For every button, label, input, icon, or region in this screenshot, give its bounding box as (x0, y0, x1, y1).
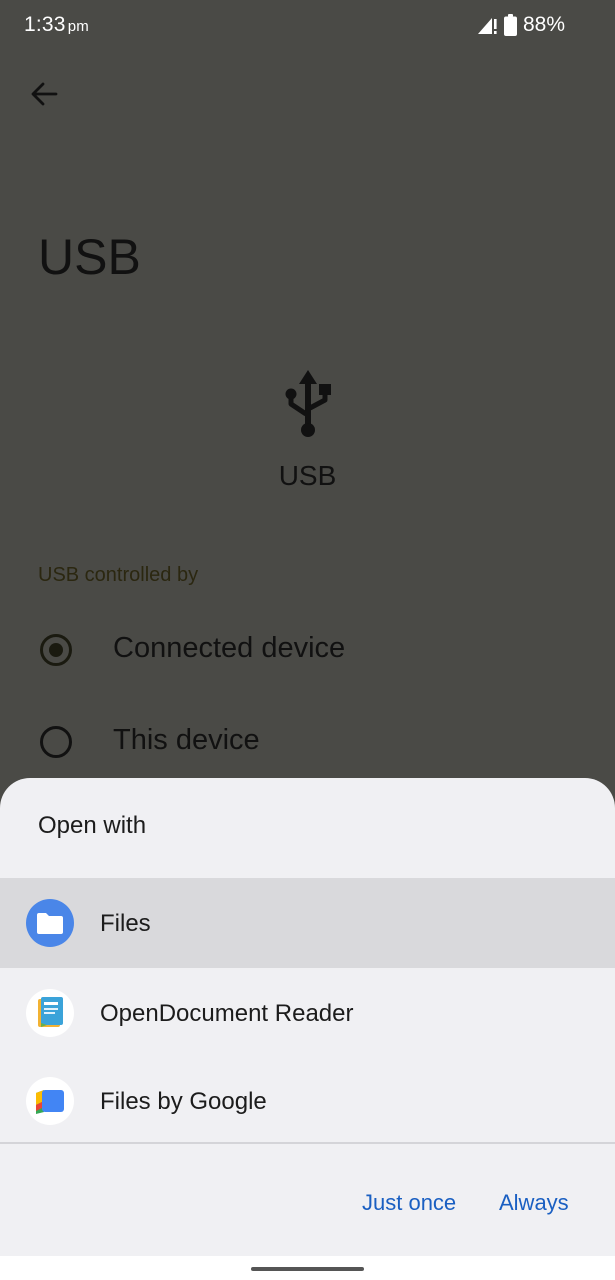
gesture-handle[interactable] (251, 1267, 364, 1271)
navigation-bar (0, 1256, 615, 1280)
files-folder-icon (26, 899, 74, 947)
always-button[interactable]: Always (493, 1186, 575, 1220)
radio-option-connected-device[interactable]: Connected device (0, 610, 615, 690)
usb-icon (282, 368, 334, 440)
battery-icon (503, 14, 517, 36)
files-by-google-icon (26, 1077, 74, 1125)
status-time-ampm: pm (67, 18, 89, 35)
radio-option-this-device[interactable]: This device (0, 702, 615, 782)
section-header: USB controlled by (38, 564, 199, 586)
screen: 1:33 pm 88% USB USB USB controlled by Co… (0, 0, 615, 1280)
app-label: Files (100, 910, 151, 937)
radio-label: This device (113, 724, 260, 756)
radio-label: Connected device (113, 632, 346, 664)
status-right: 88% (476, 13, 565, 37)
app-item-files-by-google[interactable]: Files by Google (0, 1056, 615, 1144)
back-arrow-icon (31, 82, 58, 106)
radio-unchecked-icon (40, 726, 72, 758)
app-item-opendocument-reader[interactable]: OpenDocument Reader (0, 968, 615, 1056)
status-time-value: 1:33 (24, 13, 66, 36)
usb-hero-label: USB (278, 460, 337, 491)
opendocument-reader-icon (26, 989, 74, 1037)
sheet-divider (0, 1142, 615, 1144)
status-time: 1:33 pm (24, 13, 89, 37)
radio-checked-icon (40, 634, 72, 666)
back-button[interactable] (22, 72, 66, 116)
page-title: USB (38, 229, 141, 285)
battery-percent: 88% (522, 13, 565, 36)
just-once-button[interactable]: Just once (356, 1186, 462, 1220)
status-bar: 1:33 pm 88% (0, 0, 615, 52)
open-with-sheet: Open with Files OpenDocument Reader File… (0, 778, 615, 1280)
app-label: Files by Google (100, 1088, 267, 1115)
signal-icon (476, 15, 498, 35)
sheet-title: Open with (38, 812, 147, 839)
app-item-files[interactable]: Files (0, 878, 615, 968)
app-label: OpenDocument Reader (100, 1000, 354, 1027)
